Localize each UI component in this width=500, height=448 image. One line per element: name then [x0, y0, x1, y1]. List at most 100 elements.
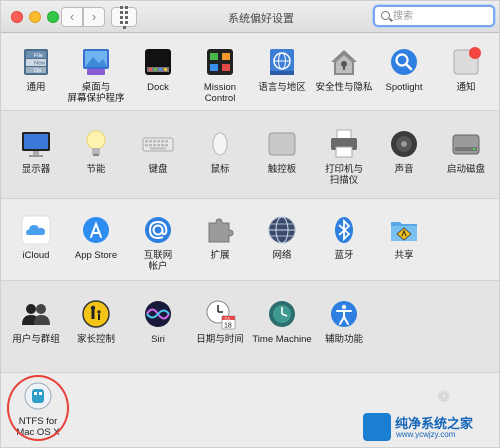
- pref-security-privacy[interactable]: 安全性与隐私: [315, 45, 373, 93]
- pref-mission-control[interactable]: Mission Control: [191, 45, 249, 104]
- window-title: 系统偏好设置: [228, 13, 294, 25]
- pref-icloud-label: iCloud: [22, 250, 50, 261]
- pref-sharing[interactable]: 共享: [375, 213, 433, 261]
- zoom-window-button[interactable]: [47, 11, 59, 23]
- section-internet: iCloud App Store 互联网 帐户 扩展 网络 蓝牙 共享: [1, 199, 499, 281]
- speaker-icon: [387, 127, 421, 161]
- app-store-icon: [79, 213, 113, 247]
- pref-accessibility[interactable]: 辅助功能: [315, 297, 373, 345]
- printer-icon: [327, 127, 361, 161]
- pref-ntfs-for-mac[interactable]: NTFS for Mac OS X: [7, 375, 69, 441]
- pref-notifications[interactable]: 通知: [437, 45, 495, 93]
- pref-icloud[interactable]: iCloud: [7, 213, 65, 261]
- trackpad-icon: [265, 127, 299, 161]
- pref-spotlight-label: Spotlight: [385, 82, 423, 93]
- calendar-day-text: 18: [224, 323, 232, 330]
- language-region-icon: [265, 45, 299, 79]
- pref-general[interactable]: File New Op 通用: [7, 45, 65, 93]
- pref-bluetooth-label: 蓝牙: [334, 250, 354, 261]
- pref-keyboard[interactable]: 键盘: [129, 127, 187, 175]
- toolbar: ‹ › 系统偏好设置: [1, 1, 499, 33]
- site-logo-icon: [363, 413, 391, 441]
- mouse-icon: [203, 127, 237, 161]
- siri-icon: [141, 297, 175, 331]
- pref-trackpad[interactable]: 触控板: [253, 127, 311, 175]
- pref-time-machine-label: Time Machine: [252, 334, 312, 345]
- minimize-window-button[interactable]: [29, 11, 41, 23]
- pref-accessibility-label: 辅助功能: [324, 334, 363, 345]
- house-lock-icon: [327, 45, 361, 79]
- system-preferences-window: ‹ › 系统偏好设置 File New Op: [0, 0, 500, 448]
- pref-language-region-label: 语言与地区: [258, 82, 306, 93]
- pref-app-store[interactable]: App Store: [67, 213, 125, 261]
- pref-desktop-screensaver-label: 桌面与 屏幕保护程序: [67, 82, 125, 104]
- globe-network-icon: [265, 213, 299, 247]
- section-personal: File New Op 通用 桌面与 屏幕保护程序 Dock Mission C…: [1, 33, 499, 111]
- pref-sharing-label: 共享: [394, 250, 414, 261]
- pref-printers-scanners-label: 打印机与 扫描仪: [324, 164, 363, 186]
- dock-icon: [141, 45, 175, 79]
- pref-sound[interactable]: 声音: [375, 127, 433, 175]
- pref-network[interactable]: 网络: [253, 213, 311, 261]
- puzzle-piece-icon: [203, 213, 237, 247]
- pref-time-machine[interactable]: Time Machine: [249, 297, 315, 345]
- pref-sound-label: 声音: [394, 164, 414, 175]
- pref-printers-scanners[interactable]: 打印机与 扫描仪: [315, 127, 373, 186]
- spotlight-icon: [387, 45, 421, 79]
- pref-displays-label: 显示器: [21, 164, 51, 175]
- general-icon-new-text: New: [34, 61, 45, 67]
- pref-language-region[interactable]: 语言与地区: [253, 45, 311, 93]
- pref-users-groups-label: 用户与群组: [12, 334, 60, 345]
- pref-siri-label: Siri: [151, 334, 165, 345]
- hard-disk-icon: [449, 127, 483, 161]
- search-icon: [381, 11, 390, 20]
- pref-date-time[interactable]: JUL 18 日期与时间: [191, 297, 249, 345]
- back-button[interactable]: ‹: [61, 7, 83, 27]
- pref-parental-controls[interactable]: 家长控制: [67, 297, 125, 345]
- forward-button[interactable]: ›: [83, 7, 105, 27]
- pref-energy-saver[interactable]: 节能: [67, 127, 125, 175]
- pref-date-time-label: 日期与时间: [196, 334, 244, 345]
- pref-dock[interactable]: Dock: [129, 45, 187, 93]
- pref-desktop-screensaver[interactable]: 桌面与 屏幕保护程序: [67, 45, 125, 104]
- search-input[interactable]: [393, 9, 489, 24]
- pref-dock-label: Dock: [147, 82, 169, 93]
- pref-siri[interactable]: Siri: [129, 297, 187, 345]
- section-hardware: 显示器 节能 键盘 鼠标 触控板 打印机与 扫描仪 声音 启动磁盘: [1, 111, 499, 199]
- close-window-button[interactable]: [11, 11, 23, 23]
- pref-startup-disk-label: 启动磁盘: [446, 164, 485, 175]
- pref-extensions[interactable]: 扩展: [191, 213, 249, 261]
- pref-network-label: 网络: [272, 250, 292, 261]
- pref-spotlight[interactable]: Spotlight: [375, 45, 433, 93]
- sharing-folder-icon: [387, 213, 421, 247]
- general-icon-file-text: File: [34, 53, 43, 59]
- pref-parental-controls-label: 家长控制: [76, 334, 115, 345]
- pref-users-groups[interactable]: 用户与群组: [7, 297, 65, 345]
- pref-keyboard-label: 键盘: [148, 164, 168, 175]
- calendar-clock-icon: JUL 18: [203, 297, 237, 331]
- pref-internet-accounts[interactable]: 互联网 帐户: [129, 213, 187, 272]
- pref-startup-disk[interactable]: 启动磁盘: [437, 127, 495, 175]
- pref-displays[interactable]: 显示器: [7, 127, 65, 175]
- show-all-grid-button[interactable]: [111, 5, 137, 29]
- pref-app-store-label: App Store: [74, 250, 118, 261]
- accessibility-icon: [327, 297, 361, 331]
- pref-bluetooth[interactable]: 蓝牙: [315, 213, 373, 261]
- pref-mouse-label: 鼠标: [210, 164, 230, 175]
- search-box[interactable]: [373, 5, 495, 27]
- general-icon-op-text: Op: [34, 68, 41, 74]
- ntfs-icon: [21, 379, 55, 413]
- at-sign-icon: [141, 213, 175, 247]
- time-machine-icon: [265, 297, 299, 331]
- pref-trackpad-label: 触控板: [267, 164, 297, 175]
- desktop-screensaver-icon: [79, 45, 113, 79]
- users-silhouette-icon: [19, 297, 53, 331]
- paw-watermark-icon: ❁: [437, 389, 451, 406]
- keyboard-icon: [141, 127, 175, 161]
- mission-control-icon: [203, 45, 237, 79]
- icloud-icon: [19, 213, 53, 247]
- pref-mission-control-label: Mission Control: [203, 82, 237, 104]
- pref-security-privacy-label: 安全性与隐私: [315, 82, 373, 93]
- site-watermark-url: www.ycwjzy.com: [396, 430, 456, 439]
- pref-mouse[interactable]: 鼠标: [191, 127, 249, 175]
